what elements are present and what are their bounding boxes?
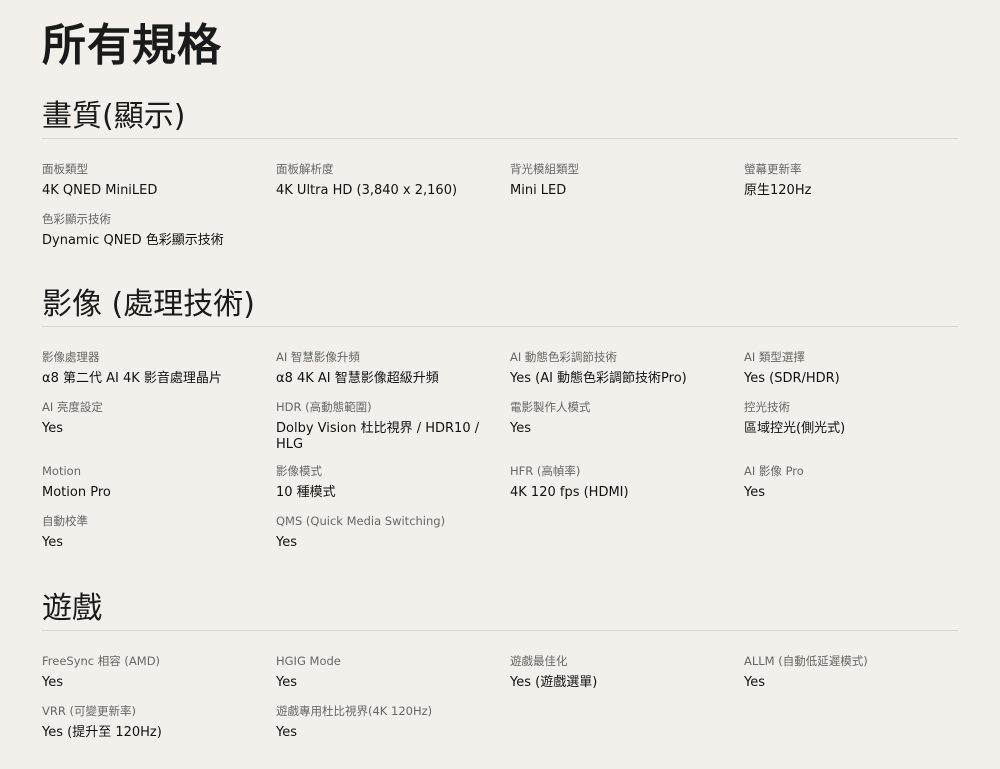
spec-item: 自動校準 Yes <box>42 513 276 563</box>
spec-item: Motion Motion Pro <box>42 463 276 513</box>
spec-value: 10 種模式 <box>276 485 336 500</box>
spec-value: 區域控光(側光式) <box>744 421 846 436</box>
spec-item: 電影製作人模式 Yes <box>510 399 744 463</box>
spec-label: QMS (Quick Media Switching) <box>276 514 446 528</box>
spec-value: Yes <box>744 675 765 690</box>
spec-value: 4K 120 fps (HDMI) <box>510 485 629 500</box>
spec-item: 色彩顯示技術 Dynamic QNED 色彩顯示技術 <box>42 211 276 261</box>
spec-value: Yes <box>276 675 297 690</box>
spec-item: 遊戲專用杜比視界(4K 120Hz) Yes <box>276 703 510 753</box>
spec-item: AI 動態色彩調節技術 Yes (AI 動態色彩調節技術Pro) <box>510 349 744 399</box>
spec-label: 電影製作人模式 <box>510 400 591 414</box>
spec-item: 影像處理器 α8 第二代 AI 4K 影音處理晶片 <box>42 349 276 399</box>
spec-item: 螢幕更新率原生120Hz <box>744 161 958 211</box>
spec-label: 控光技術 <box>744 400 790 414</box>
spec-value: Yes (遊戲選單) <box>510 675 598 690</box>
spec-value: Dolby Vision 杜比視界 / HDR10 / HLG <box>276 421 480 452</box>
spec-value: Yes <box>276 535 297 550</box>
spec-item: AI 影像 Pro Yes <box>744 463 958 513</box>
spec-value: α8 第二代 AI 4K 影音處理晶片 <box>42 371 222 386</box>
spec-label: 色彩顯示技術 <box>42 212 111 226</box>
spec-value: Mini LED <box>510 183 567 198</box>
spec-item: AI 智慧影像升頻 α8 4K AI 智慧影像超級升頻 <box>276 349 510 399</box>
specs-page: 所有規格 畫質(顯示) 面板類型 4K QNED MiniLED 面板解析度 4K U… <box>0 0 1000 769</box>
spec-label: ALLM (自動低延遲模式) <box>744 654 868 668</box>
section-gaming: 遊戲 FreeSync 相容 (AMD) Yes HGIG Mode Yes 遊戲最佳化… <box>42 592 958 753</box>
section-title: 遊戲 <box>42 591 102 626</box>
spec-value: Dynamic QNED 色彩顯示技術 <box>42 233 224 248</box>
spec-value: 4K Ultra HD (3,840 x 2,160) <box>276 183 458 198</box>
spec-label: AI 亮度設定 <box>42 400 103 414</box>
spec-item: 遊戲最佳化 Yes (遊戲選單) <box>510 653 744 703</box>
spec-value: Yes <box>42 535 63 550</box>
spec-label: FreeSync 相容 (AMD) <box>42 654 161 668</box>
spec-value: 原生120Hz <box>744 183 812 198</box>
spec-label: 背光模組類型 <box>510 162 579 176</box>
spec-label: HGIG Mode <box>276 654 341 668</box>
spec-item: 控光技術區域控光(側光式) <box>744 399 958 463</box>
spec-item: HDR (高動態範圍) Dolby Vision 杜比視界 / HDR10 / H… <box>276 399 510 463</box>
spec-value: Yes <box>42 421 63 436</box>
section-display: 畫質(顯示) 面板類型 4K QNED MiniLED 面板解析度 4K Ultra … <box>42 100 958 261</box>
spec-item: 背光模組類型 Mini LED <box>510 161 744 211</box>
spec-item: ALLM (自動低延遲模式) Yes <box>744 653 958 703</box>
spec-item: AI 類型選擇 Yes (SDR/HDR) <box>744 349 958 399</box>
spec-item: 影像模式 10 種模式 <box>276 463 510 513</box>
spec-item: HFR (高幀率) 4K 120 fps (HDMI) <box>510 463 744 513</box>
spec-label: HFR (高幀率) <box>510 464 581 478</box>
spec-label: 遊戲最佳化 <box>510 654 568 668</box>
spec-label: VRR (可變更新率) <box>42 704 136 718</box>
spec-label: 面板類型 <box>42 162 88 176</box>
spec-label: AI 智慧影像升頻 <box>276 350 360 364</box>
spec-label: HDR (高動態範圍) <box>276 400 372 414</box>
spec-value: Yes (SDR/HDR) <box>744 371 840 386</box>
spec-item: 面板類型 4K QNED MiniLED <box>42 161 276 211</box>
spec-label: 螢幕更新率 <box>744 162 802 176</box>
spec-grid: FreeSync 相容 (AMD) Yes HGIG Mode Yes 遊戲最佳化 Yes… <box>42 631 958 753</box>
spec-item: QMS (Quick Media Switching) Yes <box>276 513 510 563</box>
spec-item: HGIG Mode Yes <box>276 653 510 703</box>
spec-value: Yes (AI 動態色彩調節技術Pro) <box>510 371 687 386</box>
spec-item: AI 亮度設定 Yes <box>42 399 276 463</box>
spec-value: α8 4K AI 智慧影像超級升頻 <box>276 371 439 386</box>
spec-label: 影像模式 <box>276 464 322 478</box>
section-title: 畫質(顯示) <box>42 99 186 134</box>
spec-label: 面板解析度 <box>276 162 334 176</box>
spec-label: AI 類型選擇 <box>744 350 805 364</box>
spec-value: Yes <box>42 675 63 690</box>
spec-value: 4K QNED MiniLED <box>42 183 158 198</box>
spec-grid: 面板類型 4K QNED MiniLED 面板解析度 4K Ultra HD (3,8… <box>42 139 958 261</box>
spec-label: Motion <box>42 464 81 478</box>
spec-value: Yes <box>510 421 531 436</box>
spec-item: FreeSync 相容 (AMD) Yes <box>42 653 276 703</box>
page-title: 所有規格 <box>42 20 222 71</box>
spec-item: 面板解析度 4K Ultra HD (3,840 x 2,160) <box>276 161 510 211</box>
section-title: 影像 (處理技術) <box>42 287 255 322</box>
spec-label: AI 動態色彩調節技術 <box>510 350 617 364</box>
spec-grid: 影像處理器 α8 第二代 AI 4K 影音處理晶片 AI 智慧影像升頻 α8 4K A… <box>42 327 958 563</box>
spec-label: 遊戲專用杜比視界(4K 120Hz) <box>276 704 433 718</box>
spec-label: 影像處理器 <box>42 350 100 364</box>
spec-value: Yes (提升至 120Hz) <box>42 725 162 740</box>
section-processing: 影像 (處理技術) 影像處理器 α8 第二代 AI 4K 影音處理晶片 AI 智慧影… <box>42 288 958 563</box>
spec-label: 自動校準 <box>42 514 88 528</box>
spec-label: AI 影像 Pro <box>744 464 804 478</box>
spec-value: Yes <box>276 725 297 740</box>
spec-value: Motion Pro <box>42 485 111 500</box>
spec-item: VRR (可變更新率) Yes (提升至 120Hz) <box>42 703 276 753</box>
spec-value: Yes <box>744 485 765 500</box>
